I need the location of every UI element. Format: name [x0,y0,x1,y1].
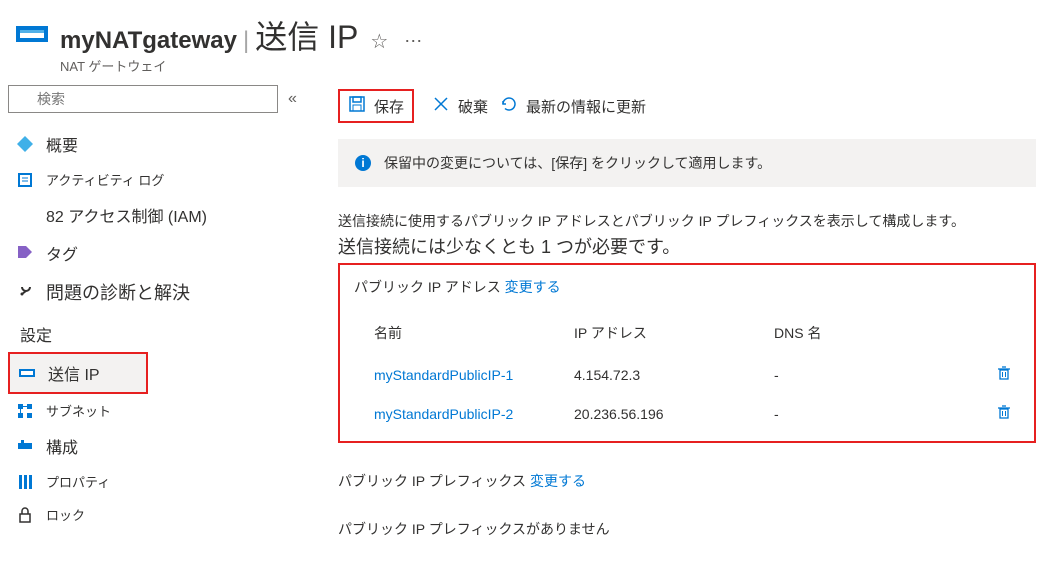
nav-label: プロパティ [46,472,110,491]
description-line1: 送信接続に使用するパブリック IP アドレスとパブリック IP プレフィックスを… [338,211,1036,231]
info-banner-text: 保留中の変更については、[保存] をクリックして適用します。 [384,153,771,173]
public-ip-prefix-label: パブリック IP プレフィックス 変更する [338,471,1036,491]
nav-activity-log[interactable]: アクティビティ ログ [8,163,318,196]
nav-label: タグ [46,241,78,265]
resource-name: myNATgateway [60,27,237,55]
nav-label: 概要 [46,132,78,156]
ip-row: myStandardPublicIP-2 20.236.56.196 - [354,394,1020,433]
save-icon [348,95,366,117]
nav-tags[interactable]: タグ [8,234,318,272]
ip-table-header: 名前 IP アドレス DNS 名 [354,317,1020,355]
nat-gateway-icon [16,22,48,46]
more-actions-icon[interactable]: ⋯ [404,31,424,52]
public-ip-label: パブリック IP アドレス 変更する [354,277,1020,297]
nav-label: サブネット [46,401,111,420]
nav-section-settings: 設定 [8,312,318,352]
search-input[interactable] [8,85,278,113]
refresh-button[interactable]: 最新の情報に更新 [490,91,656,121]
activity-log-icon [16,171,34,189]
nav-overview[interactable]: 概要 [8,125,318,163]
refresh-icon [500,95,518,117]
description-line2: 送信接続には少なくとも 1 つが必要です。 [338,233,1036,259]
discard-button[interactable]: 破棄 [422,91,498,121]
favorite-star-icon[interactable]: ☆ [370,29,388,54]
properties-icon [16,473,34,491]
save-label: 保存 [374,96,404,117]
save-button[interactable]: 保存 [348,95,404,117]
ip-row: myStandardPublicIP-1 4.154.72.3 - [354,355,1020,394]
svg-text:i: i [361,156,364,170]
title-separator: | [243,27,249,55]
delete-icon[interactable] [996,368,1012,384]
change-public-ip-link[interactable]: 変更する [505,279,561,295]
nav-locks[interactable]: ロック [8,498,318,531]
nav-label: 問題の診断と解決 [46,279,190,305]
nav-label: 送信 IP [48,361,100,385]
nav-access-control[interactable]: 82 アクセス制御 (IAM) [8,196,318,234]
tags-icon [16,244,34,262]
prefix-empty-text: パブリック IP プレフィックスがありません [338,519,1036,539]
info-icon: i [354,154,372,172]
overview-icon [16,135,34,153]
ip-address: 20.236.56.196 [574,406,774,422]
page-title: 送信 IP [255,12,358,58]
discard-label: 破棄 [458,96,488,117]
nav-label: 構成 [46,434,78,458]
configuration-icon [16,437,34,455]
outbound-ip-icon [18,364,36,382]
ip-name-link[interactable]: myStandardPublicIP-1 [374,367,574,383]
collapse-sidebar-icon[interactable]: « [288,90,297,108]
nav-subnets[interactable]: サブネット [8,394,318,427]
ip-dns: - [774,406,984,422]
locks-icon [16,506,34,524]
discard-icon [432,95,450,117]
nav-label: アクティビティ ログ [46,170,164,189]
nav-configuration[interactable]: 構成 [8,427,318,465]
nav-diagnose[interactable]: 問題の診断と解決 [8,272,318,312]
col-dns: DNS 名 [774,323,984,343]
col-name: 名前 [374,323,574,343]
nav-properties[interactable]: プロパティ [8,465,318,498]
nav-label: 82 アクセス制御 (IAM) [46,203,207,227]
col-ip: IP アドレス [574,323,774,343]
resource-type-subtitle: NAT ゲートウェイ [60,56,424,75]
info-banner: i 保留中の変更については、[保存] をクリックして適用します。 [338,139,1036,187]
subnets-icon [16,402,34,420]
ip-dns: - [774,367,984,383]
nav-label: ロック [46,505,85,524]
delete-icon[interactable] [996,407,1012,423]
ip-address: 4.154.72.3 [574,367,774,383]
refresh-label: 最新の情報に更新 [526,96,646,117]
ip-name-link[interactable]: myStandardPublicIP-2 [374,406,574,422]
access-control-icon [16,206,34,224]
diagnose-icon [16,283,34,301]
nav-outbound-ip[interactable]: 送信 IP [10,354,146,392]
change-prefix-link[interactable]: 変更する [530,473,586,489]
